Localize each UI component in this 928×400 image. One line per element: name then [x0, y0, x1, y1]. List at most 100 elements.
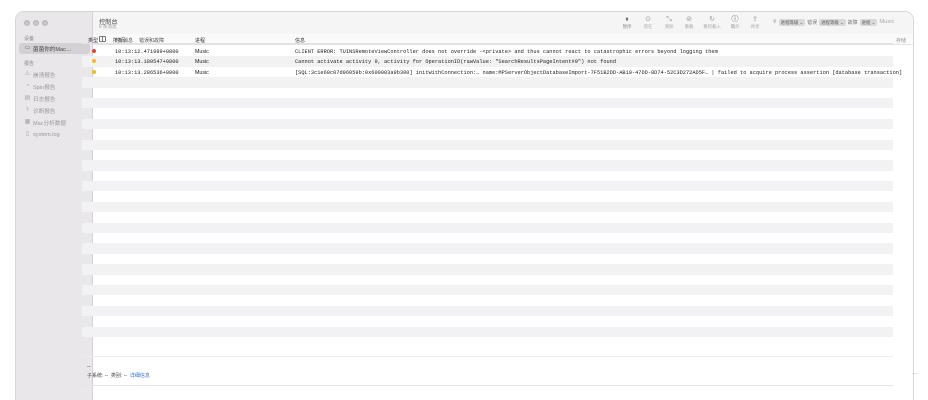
now-label: 现在	[643, 24, 653, 29]
column-header-message[interactable]: 信息	[295, 37, 305, 44]
more-options-icon[interactable]: ···	[912, 371, 918, 377]
search-icon: ⚲	[773, 19, 777, 25]
fault-level-dot	[92, 69, 96, 74]
sidebar-item-mac-analytics[interactable]: ▦ Mac分析数据	[19, 117, 90, 128]
warning-icon: ⚠	[24, 71, 31, 77]
sidebar-item-spin-reports[interactable]: ◔ Spin报告	[19, 81, 90, 92]
row-time: 10:13:13.286536+0800	[115, 69, 179, 76]
category-value: --	[123, 373, 128, 379]
log-table: 10:13:12.471989+0800 Music CLIENT ERROR:…	[82, 46, 902, 347]
spin-report-icon: ◔	[25, 83, 30, 89]
row-message: Cannot activate activity 9, activity for…	[295, 59, 617, 66]
save-search-button[interactable]: 存储	[896, 37, 906, 44]
table-row[interactable]: 10:13:13.286536+0800 Music [SQL:3c1e60c0…	[82, 67, 902, 77]
row-process: Music	[195, 59, 209, 66]
sidebar-item-label: 崩溃报告	[33, 72, 56, 79]
filter-value-fault: 故障	[847, 19, 858, 26]
sidebar-item-label: system.log	[33, 131, 60, 138]
subsystem-value: --	[104, 373, 109, 379]
clear-label: 清除	[664, 24, 674, 29]
empty-table-row	[82, 275, 893, 285]
empty-table-row	[82, 233, 893, 243]
empty-table-row	[82, 108, 893, 118]
computer-icon: ▭	[24, 45, 31, 51]
now-button[interactable]: ⊙ 现在	[638, 16, 658, 32]
column-header-type[interactable]: 类型	[88, 37, 98, 44]
reload-label: 重载	[684, 24, 694, 29]
fault-level-dot	[92, 59, 96, 64]
document-icon: ▤	[24, 95, 31, 101]
empty-table-row	[82, 243, 893, 254]
refresh-button[interactable]: ↻ 重新载入	[702, 16, 722, 32]
sidebar-item-label: 诊断报告	[33, 108, 56, 115]
share-label: 共享	[750, 24, 760, 29]
empty-table-row	[82, 191, 893, 201]
refresh-label: 重新载入	[703, 24, 721, 29]
sidebar-item-diagnostic-reports[interactable]: ⚕ 诊断报告	[19, 105, 90, 116]
reload-button[interactable]: ⊘ 重载	[679, 16, 699, 32]
refresh-icon: ↻	[709, 16, 715, 23]
sidebar-item-log-reports[interactable]: ▤ 日志报告	[19, 93, 90, 104]
sidebar-item-label: 日志报告	[33, 96, 56, 103]
empty-table-row	[82, 212, 893, 222]
clear-button[interactable]: ⤡ 清除	[659, 16, 679, 32]
diagnostic-icon: ⚕	[25, 107, 30, 113]
filter-token-level-1[interactable]: 进程等级 ⌄	[778, 18, 806, 26]
table-row[interactable]: 10:13:12.471989+0800 Music CLIENT ERROR:…	[82, 46, 893, 56]
empty-table-row	[82, 181, 893, 192]
empty-table-row	[82, 139, 893, 150]
empty-table-row	[82, 88, 893, 98]
search-query[interactable]: Music	[879, 19, 894, 25]
empty-table-row	[82, 97, 893, 109]
empty-table-row	[82, 254, 893, 264]
pause-button[interactable]: ⏸ 暂停	[617, 16, 637, 32]
toolbar: 控制台 5 条消息 ⏸ 暂停 ⊙ 现在 ⤡ 清除 ⊘ 重载 ↻ 重新载入 ⓘ 简…	[93, 12, 913, 34]
empty-table-row	[82, 284, 893, 296]
column-header-process[interactable]: 进程	[195, 37, 205, 44]
row-process: Music	[195, 49, 209, 55]
close-window-button[interactable]	[24, 20, 30, 26]
detail-divider	[82, 356, 893, 357]
empty-table-row	[82, 337, 893, 347]
search-field[interactable]: ⚲ 进程等级 ⌄ 错误 进程等级 ⌄ 故障 进程 ⌄ Music	[773, 17, 894, 27]
sidebar-item-device[interactable]: ▭ 菌菌你的Mac…	[19, 43, 90, 54]
table-row[interactable]: 10:13:13.180547+0800 Music Cannot activa…	[82, 56, 893, 67]
empty-table-row	[82, 171, 893, 181]
pause-icon: ⏸	[625, 16, 629, 23]
sidebar-item-label: 菌菌你的Mac…	[33, 46, 72, 53]
share-icon: ⇪	[752, 16, 758, 23]
row-time: 10:13:13.180547+0800	[115, 59, 179, 66]
filter-token-process[interactable]: 进程 ⌄	[859, 18, 878, 26]
empty-table-row	[82, 201, 893, 213]
filter-token-level-2[interactable]: 进程等级 ⌄	[819, 18, 846, 26]
reload-icon: ⊘	[686, 16, 692, 23]
window-controls	[24, 20, 48, 26]
details-link[interactable]: 详细信息	[130, 373, 150, 379]
sidebar-item-system-log[interactable]: ▯ system.log	[19, 129, 90, 140]
sidebar-item-label: Spin报告	[33, 84, 56, 91]
detail-title: --	[87, 364, 91, 370]
info-button[interactable]: ⓘ 简介	[725, 16, 745, 32]
column-header-time[interactable]: 时间	[115, 37, 125, 44]
now-icon: ⊙	[645, 16, 651, 23]
empty-table-row	[82, 129, 893, 139]
share-button[interactable]: ⇪ 共享	[745, 16, 765, 32]
info-icon: ⓘ	[731, 16, 739, 23]
minimize-window-button[interactable]	[33, 20, 39, 26]
error-level-dot	[92, 49, 96, 53]
empty-table-row	[82, 295, 893, 305]
detail-meta: 子系统: -- 类别: -- 详细信息	[87, 372, 150, 379]
message-count: 5 条消息	[99, 24, 117, 29]
empty-table-row	[82, 316, 893, 326]
empty-table-row	[82, 77, 893, 88]
empty-table-row	[82, 326, 893, 337]
pause-label: 暂停	[622, 24, 632, 29]
empty-table-row	[82, 305, 893, 317]
analytics-icon: ▦	[24, 119, 31, 125]
sidebar-devices-heading: 设备	[24, 36, 35, 42]
table-header: 类型 时间 进程 信息	[82, 35, 893, 44]
detail-bottom-divider	[82, 385, 893, 386]
log-file-icon: ▯	[25, 131, 30, 137]
zoom-window-button[interactable]	[42, 20, 48, 26]
sidebar-item-crash-reports[interactable]: ⚠ 崩溃报告	[19, 69, 90, 80]
